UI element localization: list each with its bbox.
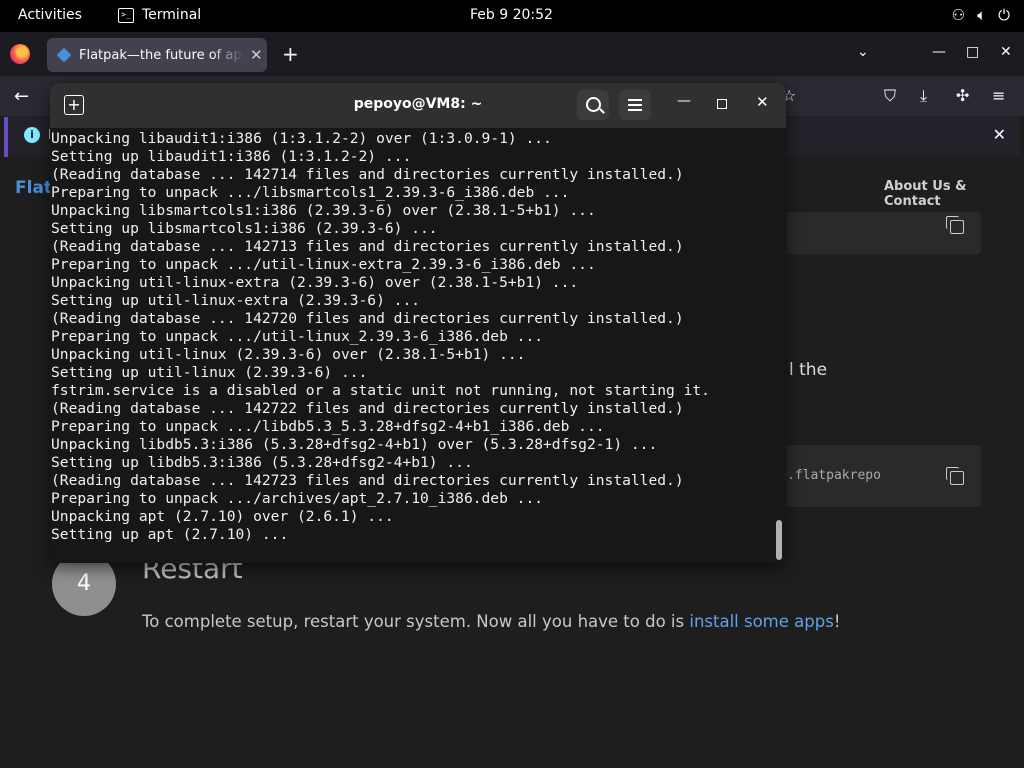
- terminal-line: Unpacking libaudit1:i386 (1:3.1.2-2) ove…: [51, 130, 552, 147]
- terminal-header: + pepoyo@VM8: ~ — ✕: [50, 83, 786, 128]
- close-tab-icon[interactable]: ✕: [250, 46, 263, 64]
- search-button[interactable]: [577, 90, 609, 120]
- tab-title: Flatpak—the future of application distri…: [79, 47, 244, 63]
- close-window-button[interactable]: ✕: [1000, 44, 1012, 60]
- terminal-line: Preparing to unpack .../archives/apt_2.7…: [51, 490, 544, 507]
- app-menu-icon[interactable]: ≡: [992, 86, 1005, 105]
- terminal-title: pepoyo@VM8: ~: [353, 96, 483, 112]
- terminal-line: Unpacking util-linux-extra (2.39.3-6) ov…: [51, 274, 579, 291]
- firefox-icon[interactable]: [10, 44, 30, 64]
- body-text: l the: [789, 360, 828, 380]
- install-apps-link[interactable]: install some apps: [689, 612, 833, 631]
- clock[interactable]: Feb 9 20:52: [470, 7, 553, 23]
- copy-icon[interactable]: [946, 216, 964, 234]
- nav-link-about[interactable]: About Us & Contact: [884, 179, 1024, 209]
- hamburger-icon-line: [628, 109, 642, 111]
- code-text: .flatpakrepo: [787, 468, 881, 483]
- pocket-icon[interactable]: ⛉: [884, 86, 896, 106]
- terminal-line: fstrim.service is a disabled or a static…: [51, 382, 710, 399]
- terminal-line: (Reading database ... 142723 files and d…: [51, 472, 684, 489]
- terminal-line: Unpacking libdb5.3:i386 (5.3.28+dfsg2-4+…: [51, 436, 658, 453]
- terminal-icon: >_: [118, 7, 134, 23]
- browser-tab[interactable]: Flatpak—the future of application distri…: [47, 38, 267, 72]
- top-bar: Activities >_ Terminal Feb 9 20:52 ⚇ 🔈︎ …: [0, 0, 1024, 32]
- terminal-line: Unpacking util-linux (2.39.3-6) over (2.…: [51, 346, 526, 363]
- step-description: To complete setup, restart your system. …: [142, 612, 840, 631]
- search-icon: [586, 97, 601, 112]
- minimize-window-button[interactable]: —: [932, 44, 946, 60]
- terminal-line: Unpacking libsmartcols1:i386 (2.39.3-6) …: [51, 202, 596, 219]
- new-tab-button[interactable]: +: [282, 42, 299, 66]
- close-notification-icon[interactable]: ✕: [993, 125, 1006, 144]
- back-button[interactable]: ←: [14, 86, 29, 107]
- activities-button[interactable]: Activities: [18, 7, 82, 23]
- step-desc-text: To complete setup, restart your system. …: [142, 612, 690, 631]
- step-desc-suffix: !: [833, 612, 841, 631]
- app-name: Terminal: [142, 7, 202, 23]
- downloads-icon[interactable]: ⤓: [920, 86, 927, 106]
- list-tabs-button[interactable]: ⌄: [857, 44, 869, 60]
- info-icon: i: [24, 127, 40, 143]
- menu-button[interactable]: [619, 90, 651, 120]
- terminal-line: Setting up libaudit1:i386 (1:3.1.2-2) ..…: [51, 148, 412, 165]
- scrollbar[interactable]: [776, 128, 784, 563]
- hamburger-icon: [628, 99, 642, 101]
- terminal-line: Preparing to unpack .../libdb5.3_5.3.28+…: [51, 418, 605, 435]
- minimize-button[interactable]: —: [677, 93, 691, 109]
- terminal-line: Setting up util-linux-extra (2.39.3-6) .…: [51, 292, 421, 309]
- terminal-line: Setting up apt (2.7.10) ...: [51, 526, 289, 543]
- terminal-line: Unpacking apt (2.7.10) over (2.6.1) ...: [51, 508, 394, 525]
- maximize-window-button[interactable]: □: [966, 44, 979, 60]
- terminal-line: Setting up util-linux (2.39.3-6) ...: [51, 364, 368, 381]
- hamburger-icon-line: [628, 104, 642, 106]
- system-menu[interactable]: ⚇ 🔈︎ ⏻: [952, 6, 1010, 24]
- terminal-line: (Reading database ... 142722 files and d…: [51, 400, 684, 417]
- flatpak-icon: [56, 47, 72, 63]
- app-menu[interactable]: >_ Terminal: [118, 7, 201, 23]
- accessibility-icon: ⚇: [951, 6, 966, 24]
- terminal-line: (Reading database ... 142720 files and d…: [51, 310, 684, 327]
- terminal-line: Preparing to unpack .../util-linux-extra…: [51, 256, 596, 273]
- terminal-line: (Reading database ... 142713 files and d…: [51, 238, 684, 255]
- volume-icon: 🔈︎: [977, 6, 987, 24]
- terminal-line: Setting up libdb5.3:i386 (5.3.28+dfsg2-4…: [51, 454, 473, 471]
- scrollbar-thumb[interactable]: [776, 520, 782, 560]
- terminal-window: + pepoyo@VM8: ~ — ✕ Unpacking libaudit1:…: [50, 83, 786, 563]
- terminal-line: Preparing to unpack .../libsmartcols1_2.…: [51, 184, 570, 201]
- extensions-icon[interactable]: ✣: [956, 86, 969, 105]
- close-button[interactable]: ✕: [756, 93, 769, 111]
- copy-icon[interactable]: [946, 467, 964, 485]
- terminal-output[interactable]: Unpacking libaudit1:i386 (1:3.1.2-2) ove…: [50, 128, 774, 563]
- power-icon: ⏻: [998, 6, 1010, 24]
- terminal-line: Preparing to unpack .../util-linux_2.39.…: [51, 328, 544, 345]
- terminal-line: (Reading database ... 142714 files and d…: [51, 166, 684, 183]
- site-logo[interactable]: Flat: [15, 178, 52, 198]
- maximize-button[interactable]: [717, 99, 727, 109]
- terminal-line: Setting up libsmartcols1:i386 (2.39.3-6)…: [51, 220, 438, 237]
